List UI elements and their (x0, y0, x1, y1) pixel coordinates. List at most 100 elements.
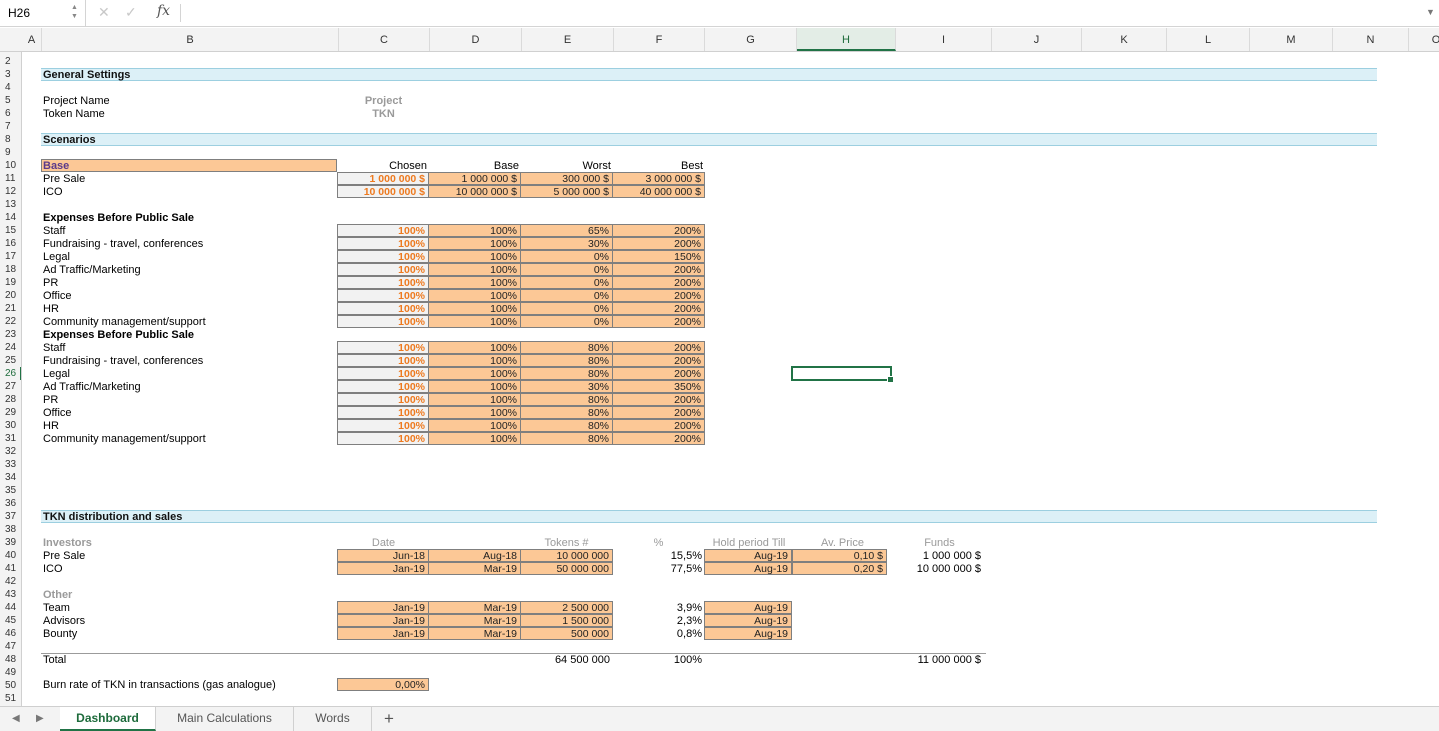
row-header-23[interactable]: 23 (0, 328, 21, 341)
expense-cell[interactable]: 100% (337, 393, 429, 406)
expense-cell[interactable]: 200% (612, 237, 705, 250)
scenario-cell[interactable]: 1 000 000 $ (428, 172, 521, 185)
scenario-cell[interactable]: 10 000 000 $ (428, 185, 521, 198)
expand-formula-icon[interactable]: ▼ (1426, 7, 1435, 17)
row-header-13[interactable]: 13 (0, 198, 21, 211)
expense-cell[interactable]: 100% (428, 289, 521, 302)
expense-cell[interactable]: 0% (520, 263, 613, 276)
expense-cell[interactable]: 100% (337, 302, 429, 315)
row-header-45[interactable]: 45 (0, 614, 21, 627)
expense-cell[interactable]: 100% (428, 302, 521, 315)
expense-cell[interactable]: 200% (612, 315, 705, 328)
row-header-43[interactable]: 43 (0, 588, 21, 601)
expense-cell[interactable]: 200% (612, 406, 705, 419)
column-header-k[interactable]: K (1082, 28, 1167, 51)
expense-cell[interactable]: 65% (520, 224, 613, 237)
expense-cell[interactable]: 100% (428, 432, 521, 445)
expense-cell[interactable]: 30% (520, 380, 613, 393)
scenario-cell[interactable]: 3 000 000 $ (612, 172, 705, 185)
scenario-cell[interactable]: 1 000 000 $ (337, 172, 429, 185)
row-header-38[interactable]: 38 (0, 523, 21, 536)
row-header-5[interactable]: 5 (0, 94, 21, 107)
expense-cell[interactable]: 150% (612, 250, 705, 263)
expense-cell[interactable]: 100% (337, 341, 429, 354)
date-start-cell[interactable]: Jan-19 (337, 627, 429, 640)
project-name-value[interactable]: Project (338, 95, 429, 108)
date-end-cell[interactable]: Mar-19 (428, 562, 521, 575)
price-cell[interactable]: 0,20 $ (792, 562, 887, 575)
column-header-c[interactable]: C (339, 28, 430, 51)
date-end-cell[interactable]: Mar-19 (428, 614, 521, 627)
hold-cell[interactable]: Aug-19 (704, 614, 792, 627)
row-header-33[interactable]: 33 (0, 458, 21, 471)
cancel-icon[interactable]: ✕ (98, 4, 110, 21)
date-end-cell[interactable]: Aug-18 (428, 549, 521, 562)
expense-cell[interactable]: 100% (337, 380, 429, 393)
column-header-n[interactable]: N (1333, 28, 1409, 51)
tab-scroll-left-icon[interactable]: ◀ (12, 713, 20, 724)
row-header-8[interactable]: 8 (0, 133, 21, 146)
expense-cell[interactable]: 100% (428, 393, 521, 406)
date-end-cell[interactable]: Mar-19 (428, 627, 521, 640)
row-header-32[interactable]: 32 (0, 445, 21, 458)
name-box-stepper-icon[interactable]: ▲ ▼ (71, 3, 78, 21)
active-cell-selection[interactable] (791, 366, 894, 383)
row-header-29[interactable]: 29 (0, 406, 21, 419)
expense-cell[interactable]: 200% (612, 224, 705, 237)
expense-cell[interactable]: 80% (520, 354, 613, 367)
column-header-e[interactable]: E (522, 28, 614, 51)
expense-cell[interactable]: 200% (612, 263, 705, 276)
hold-cell[interactable]: Aug-19 (704, 627, 792, 640)
expense-cell[interactable]: 100% (428, 406, 521, 419)
expense-cell[interactable]: 100% (337, 315, 429, 328)
tab-words[interactable]: Words (294, 707, 372, 731)
sheet-grid[interactable]: General Settings Project Name Project To… (22, 52, 1439, 706)
tab-dashboard[interactable]: Dashboard (60, 707, 156, 731)
confirm-icon[interactable]: ✓ (125, 4, 137, 21)
column-header-j[interactable]: J (992, 28, 1082, 51)
expense-cell[interactable]: 80% (520, 393, 613, 406)
funds-cell[interactable]: 1 000 000 $ (892, 550, 981, 563)
row-header-2[interactable]: 2 (0, 55, 21, 68)
fx-icon[interactable]: fx (157, 3, 170, 19)
tokens-cell[interactable]: 500 000 (520, 627, 613, 640)
expense-cell[interactable]: 0% (520, 250, 613, 263)
row-header-30[interactable]: 30 (0, 419, 21, 432)
expense-cell[interactable]: 100% (337, 419, 429, 432)
expense-cell[interactable]: 100% (428, 419, 521, 432)
hold-cell[interactable]: Aug-19 (704, 549, 792, 562)
row-header-51[interactable]: 51 (0, 692, 21, 705)
expense-cell[interactable]: 100% (428, 367, 521, 380)
date-start-cell[interactable]: Jun-18 (337, 549, 429, 562)
row-header-47[interactable]: 47 (0, 640, 21, 653)
column-header-a[interactable]: A (22, 28, 42, 51)
token-name-value[interactable]: TKN (338, 108, 429, 121)
date-start-cell[interactable]: Jan-19 (337, 614, 429, 627)
scenario-cell[interactable]: 10 000 000 $ (337, 185, 429, 198)
scenario-cell[interactable]: 300 000 $ (520, 172, 613, 185)
expense-cell[interactable]: 30% (520, 237, 613, 250)
date-end-cell[interactable]: Mar-19 (428, 601, 521, 614)
expense-cell[interactable]: 0% (520, 302, 613, 315)
pct-cell[interactable]: 77,5% (613, 563, 702, 576)
row-header-17[interactable]: 17 (0, 250, 21, 263)
column-header-b[interactable]: B (42, 28, 339, 51)
column-header-d[interactable]: D (430, 28, 522, 51)
column-header-h[interactable]: H (797, 28, 896, 51)
row-header-39[interactable]: 39 (0, 536, 21, 549)
expense-cell[interactable]: 100% (428, 341, 521, 354)
row-header-22[interactable]: 22 (0, 315, 21, 328)
column-header-g[interactable]: G (705, 28, 797, 51)
expense-cell[interactable]: 80% (520, 367, 613, 380)
expense-cell[interactable]: 80% (520, 406, 613, 419)
pct-cell[interactable]: 0,8% (613, 628, 702, 641)
tokens-cell[interactable]: 2 500 000 (520, 601, 613, 614)
expense-cell[interactable]: 200% (612, 276, 705, 289)
expense-cell[interactable]: 100% (428, 250, 521, 263)
column-header-o[interactable]: O (1409, 28, 1439, 51)
row-header-37[interactable]: 37 (0, 510, 21, 523)
row-header-9[interactable]: 9 (0, 146, 21, 159)
expense-cell[interactable]: 200% (612, 367, 705, 380)
row-header-42[interactable]: 42 (0, 575, 21, 588)
expense-cell[interactable]: 100% (337, 224, 429, 237)
